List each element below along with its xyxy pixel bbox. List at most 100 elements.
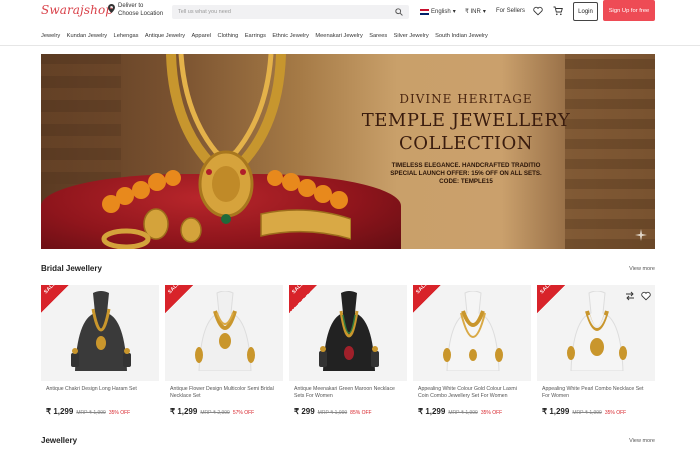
login-button[interactable]: Login [573,2,598,21]
product-name[interactable]: Appealing White Pearl Combo Necklace Set… [542,386,652,400]
necklace-bust-image [71,291,131,371]
product-mrp: MRP ₹ 1,999 [448,410,478,416]
product-price: ₹ 1,299 [542,407,570,416]
product-name[interactable]: Antique Chakri Design Long Haram Set [46,386,156,393]
banner-desc-line2: Special Launch Offer: 15% off on all set… [390,170,542,177]
sale-label: SALE [539,285,554,296]
necklace-bust-image [319,291,379,371]
sale-label: SALE [415,285,430,296]
product-price: ₹ 1,299 [46,407,74,416]
category-link[interactable]: Antique Jewelry [145,33,185,39]
product-card[interactable]: SALE Antique Meenakari Green Maroon Neck… [289,285,407,425]
currency-label: ₹ INR [465,9,481,15]
product-image[interactable]: SALE [41,285,159,381]
for-sellers-label: For Sellers [496,8,526,14]
category-link[interactable]: South Indian Jewelry [435,33,488,39]
language-label: English [431,8,451,15]
sale-badge: SALE [289,285,317,313]
product-name[interactable]: Antique Flower Design Multicolor Semi Br… [170,386,280,400]
category-link[interactable]: Jewelry [41,33,60,39]
view-more-link[interactable]: View more [629,438,655,444]
price-row: ₹ 1,299 MRP ₹ 1,999 35% OFF [418,407,502,416]
category-link[interactable]: Sarees [369,33,387,39]
banner-description: Timeless Elegance. Handcrafted Traditio … [341,162,591,186]
category-link[interactable]: Earrings [245,33,266,39]
product-image[interactable]: SALE [537,285,655,381]
card-action-icons [625,291,651,301]
category-link[interactable]: Apparel [191,33,211,39]
sale-badge: SALE [413,285,441,313]
chevron-down-icon: ▾ [482,9,486,15]
product-mrp: MRP ₹ 1,999 [76,410,106,416]
product-image[interactable]: SALE [289,285,407,381]
necklace-bust-image [567,291,627,371]
gold-necklace-image [101,54,351,249]
choose-location-label: Choose Location [118,10,164,17]
deliver-location[interactable]: Deliver to Choose Location [108,3,163,18]
category-link[interactable]: Clothing [217,33,238,39]
category-link[interactable]: Kundan Jewelry [67,33,107,39]
banner-subtitle: DIVINE HERITAGE [399,92,533,106]
sparkle-icon [635,229,647,241]
price-row: ₹ 299 MRP ₹ 1,999 85% OFF [294,407,372,416]
product-name[interactable]: Appealing White Colour Gold Colour Laxmi… [418,386,528,400]
banner-title-line1: TEMPLE JEWELLERY [361,110,571,131]
product-discount: 35% OFF [108,410,131,416]
product-card[interactable]: SALE Antique Chakri Design Long Haram Se… [41,285,159,425]
view-more-link[interactable]: View more [629,266,655,272]
product-mrp: MRP ₹ 1,999 [317,410,348,416]
category-nav: Jewelry Kundan Jewelry Lehengas Antique … [41,33,488,39]
sale-label: SALE [43,285,58,296]
product-card[interactable]: SALE Appealing White Colour Gold Colour … [413,285,531,425]
sale-badge: SALE [41,285,69,313]
product-mrp: MRP ₹ 2,999 [200,410,230,416]
site-logo[interactable]: Swarajshop [41,3,113,17]
signup-button[interactable]: Sign Up for free [603,0,655,21]
product-image[interactable]: SALE [165,285,283,381]
product-price: ₹ 299 [294,407,315,416]
product-name[interactable]: Antique Meenakari Green Maroon Necklace … [294,386,404,400]
cart-icon[interactable] [553,6,563,16]
location-pin-icon [108,4,115,13]
section-title-jewellery: Jewellery [41,436,78,445]
hero-banner[interactable]: DIVINE HERITAGE TEMPLE JEWELLERY COLLECT… [41,54,655,249]
sale-badge: SALE [537,285,565,313]
search-placeholder: Tell us what you need [178,9,231,15]
sale-label: SALE [291,285,306,296]
product-discount: 35% OFF [480,410,503,416]
divider [0,45,700,46]
for-sellers-link[interactable]: For Sellers [496,8,525,14]
uk-flag-icon [420,8,429,15]
wishlist-heart-icon[interactable] [533,6,543,16]
language-selector[interactable]: English ▾ [420,8,456,15]
product-card[interactable]: SALE Appealing White Pearl Combo Necklac… [537,285,655,425]
section-title-bridal: Bridal Jewellery [41,264,102,273]
category-link[interactable]: Meenakari Jewelry [315,33,362,39]
product-discount: 35% OFF [604,410,627,416]
category-link[interactable]: Lehengas [114,33,139,39]
category-link[interactable]: Silver Jewelry [394,33,429,39]
banner-text-block: DIVINE HERITAGE TEMPLE JEWELLERY COLLECT… [341,92,591,186]
price-row: ₹ 1,299 MRP ₹ 1,999 35% OFF [46,407,130,416]
product-row: SALE Antique Chakri Design Long Haram Se… [41,285,655,425]
product-discount: 57% OFF [232,410,255,416]
deliver-label: Deliver to [118,3,144,9]
compare-icon[interactable] [625,291,635,301]
banner-desc-line3: Code: TEMPLE15 [439,178,493,185]
product-image[interactable]: SALE [413,285,531,381]
product-price: ₹ 1,299 [418,407,446,416]
category-link[interactable]: Ethnic Jewelry [272,33,309,39]
banner-desc-line1: Timeless Elegance. Handcrafted Traditio [391,162,541,169]
product-price: ₹ 1,299 [170,407,198,416]
sale-badge: SALE [165,285,193,313]
search-bar[interactable]: Tell us what you need [172,5,409,19]
wishlist-heart-icon[interactable] [641,291,651,301]
chevron-down-icon: ▾ [452,9,456,15]
necklace-bust-image [443,291,503,371]
product-mrp: MRP ₹ 1,999 [572,410,602,416]
product-discount: 85% OFF [350,410,372,416]
price-row: ₹ 1,299 MRP ₹ 2,999 57% OFF [170,407,254,416]
currency-selector[interactable]: ₹ INR ▾ [465,8,486,15]
search-icon[interactable] [395,8,403,16]
product-card[interactable]: SALE Antique Flower Design Multicolor Se… [165,285,283,425]
